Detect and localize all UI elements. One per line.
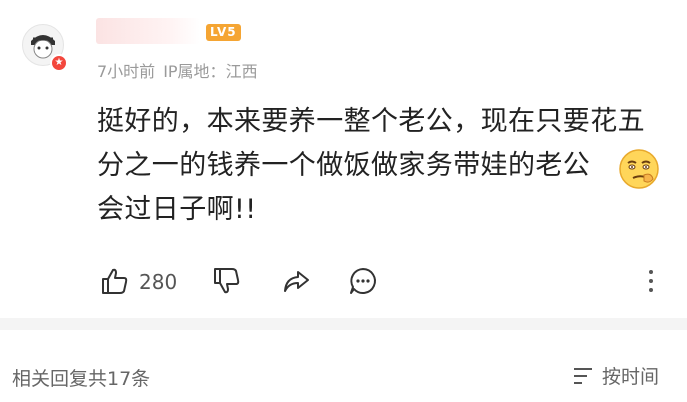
section-divider: [0, 318, 687, 330]
smirk-emoji-icon: [619, 149, 659, 189]
thumbs-up-icon[interactable]: [100, 266, 130, 296]
reply-count: 相关回复共17条: [12, 368, 151, 390]
comment-line: 分之一的钱养一个做饭做家务带娃的老公: [97, 150, 591, 181]
ip-label: IP属地：: [163, 62, 226, 81]
share-icon[interactable]: [281, 266, 311, 296]
comment-time: 7小时前: [97, 62, 156, 81]
replies-footer: 相关回复共17条 按时间: [0, 330, 687, 402]
comment-line: 会过日子啊!!: [97, 194, 257, 225]
comment-card: ★ LV5 7小时前 IP属地：江西 挺好的，本来要养一整个老公，现在只要花五 分…: [0, 0, 687, 318]
like-count: 280: [139, 270, 178, 294]
ip-location: 江西: [225, 62, 258, 81]
comment-text: 挺好的，本来要养一整个老公，现在只要花五 分之一的钱养一个做饭做家务带娃的老公 …: [97, 100, 657, 232]
sort-by-time-button[interactable]: 按时间: [572, 362, 659, 389]
comment-bubble-icon[interactable]: [348, 266, 378, 296]
avatar-badge-icon: ★: [50, 54, 68, 72]
username-blurred[interactable]: [96, 18, 200, 44]
action-bar: 280: [0, 256, 687, 306]
comment-line: 挺好的，本来要养一整个老公，现在只要花五: [97, 106, 645, 137]
level-badge: LV5: [206, 24, 241, 41]
sort-label: 按时间: [602, 366, 660, 388]
comment-meta: 7小时前 IP属地：江西: [97, 58, 266, 82]
more-options-icon[interactable]: [644, 266, 658, 296]
sort-icon: [574, 368, 592, 384]
thumbs-down-icon[interactable]: [212, 266, 242, 296]
